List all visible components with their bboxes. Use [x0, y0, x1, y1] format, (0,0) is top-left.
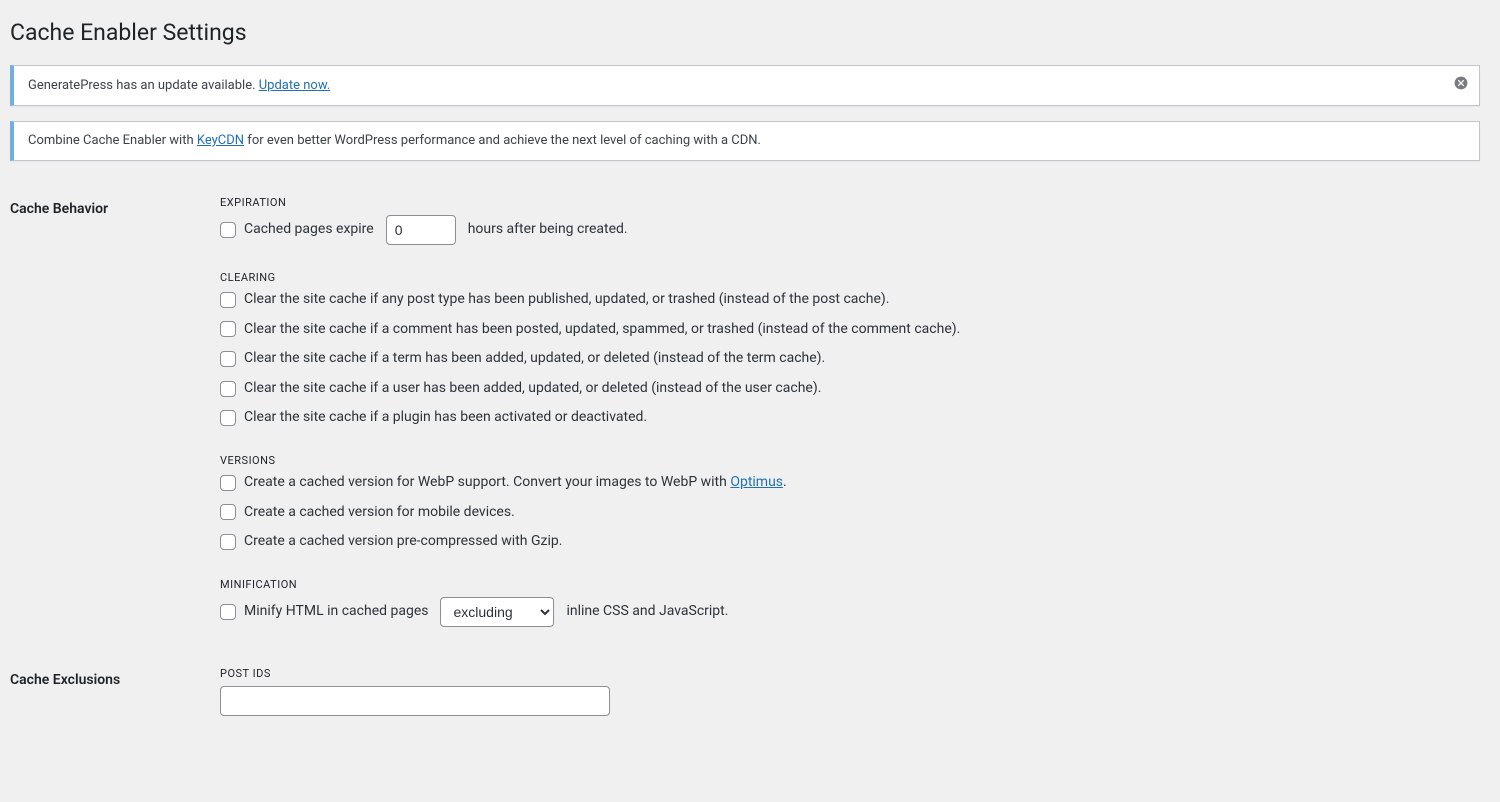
- clear-post-label: Clear the site cache if any post type ha…: [244, 290, 889, 310]
- dismiss-notice-button[interactable]: [1444, 66, 1478, 100]
- version-webp-label-after: .: [783, 474, 787, 490]
- clear-post-checkbox[interactable]: [220, 292, 236, 308]
- subheading-minification: MINIFICATION: [220, 578, 1470, 591]
- expiration-checkbox[interactable]: [220, 222, 236, 238]
- keycdn-link[interactable]: KeyCDN: [197, 133, 244, 148]
- section-behavior-title: Cache Behavior: [10, 181, 210, 652]
- version-mobile-checkbox[interactable]: [220, 504, 236, 520]
- expiration-label-after: hours after being created.: [468, 220, 628, 240]
- settings-form-table: Cache Behavior EXPIRATION Cached pages e…: [10, 181, 1480, 731]
- version-mobile-label: Create a cached version for mobile devic…: [244, 503, 515, 523]
- version-gzip-label: Create a cached version pre-compressed w…: [244, 532, 562, 552]
- clear-comment-checkbox[interactable]: [220, 321, 236, 337]
- clear-plugin-checkbox[interactable]: [220, 410, 236, 426]
- clear-user-label: Clear the site cache if a user has been …: [244, 379, 821, 399]
- post-ids-input[interactable]: [220, 686, 610, 716]
- subheading-versions: VERSIONS: [220, 454, 1470, 467]
- subheading-clearing: CLEARING: [220, 271, 1470, 284]
- notice-update-text: GeneratePress has an update available.: [28, 78, 259, 93]
- version-webp-checkbox[interactable]: [220, 475, 236, 491]
- expiration-label-before: Cached pages expire: [244, 220, 374, 240]
- notice-update: GeneratePress has an update available. U…: [10, 65, 1480, 106]
- page-title: Cache Enabler Settings: [10, 10, 1480, 50]
- notice-keycdn-after: for even better WordPress performance an…: [244, 133, 761, 148]
- minify-label-after: inline CSS and JavaScript.: [566, 602, 728, 622]
- clear-term-checkbox[interactable]: [220, 351, 236, 367]
- clear-plugin-label: Clear the site cache if a plugin has bee…: [244, 408, 647, 428]
- notice-keycdn: Combine Cache Enabler with KeyCDN for ev…: [10, 121, 1480, 162]
- update-now-link[interactable]: Update now.: [259, 78, 331, 93]
- optimus-link[interactable]: Optimus: [730, 474, 783, 490]
- clear-user-checkbox[interactable]: [220, 381, 236, 397]
- minify-mode-select[interactable]: excluding: [440, 597, 554, 627]
- clear-comment-label: Clear the site cache if a comment has be…: [244, 320, 960, 340]
- minify-label-before: Minify HTML in cached pages: [244, 602, 428, 622]
- expiration-hours-input[interactable]: [386, 215, 456, 245]
- subheading-post-ids: POST IDS: [220, 667, 1470, 680]
- minify-checkbox[interactable]: [220, 604, 236, 620]
- section-exclusions-title: Cache Exclusions: [10, 652, 210, 731]
- close-icon: [1453, 75, 1469, 91]
- notice-keycdn-before: Combine Cache Enabler with: [28, 133, 197, 148]
- version-webp-label-before: Create a cached version for WebP support…: [244, 474, 730, 490]
- clear-term-label: Clear the site cache if a term has been …: [244, 349, 825, 369]
- version-gzip-checkbox[interactable]: [220, 534, 236, 550]
- subheading-expiration: EXPIRATION: [220, 196, 1470, 209]
